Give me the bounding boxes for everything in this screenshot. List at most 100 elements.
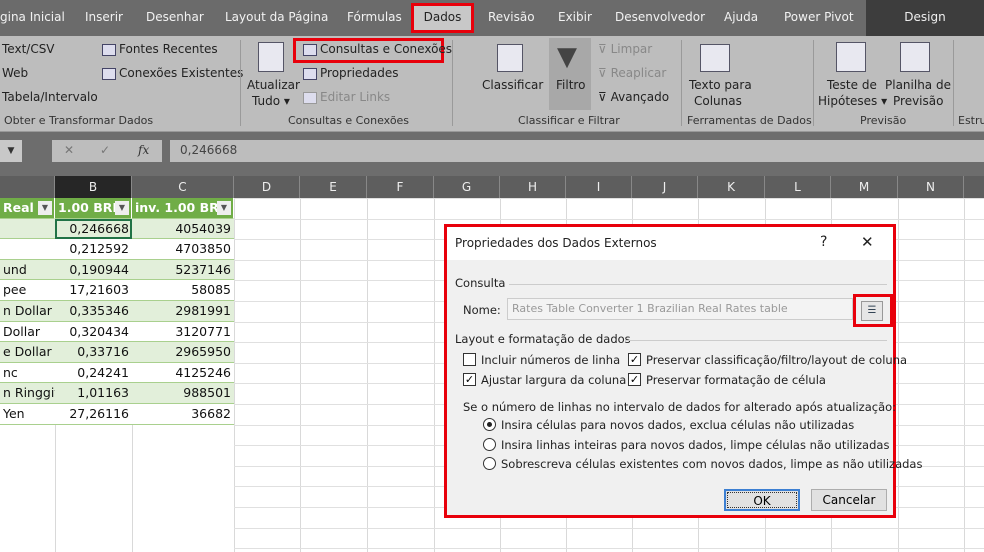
reapply-button[interactable]: ⊽ Reaplicar (598, 66, 666, 80)
table-cell[interactable]: 4703850 (132, 239, 234, 260)
table-cell[interactable]: 58085 (132, 280, 234, 301)
table-cell[interactable]: 4125246 (132, 362, 234, 384)
table-cell[interactable]: 3120771 (132, 321, 234, 343)
tab-exibir[interactable]: Exibir (558, 10, 592, 24)
column-header[interactable]: H (500, 176, 566, 198)
what-if-label[interactable]: Hipóteses ▾ (818, 94, 887, 108)
tab-power-pivot[interactable]: Power Pivot (784, 10, 854, 24)
queries-connections-button[interactable]: Consultas e Conexões (303, 42, 452, 56)
table-cell[interactable]: 1,01163 (55, 383, 132, 404)
insert-function-icon[interactable]: fx (138, 143, 149, 157)
table-cell[interactable]: 0,190944 (55, 259, 132, 281)
overwrite-cells-radio[interactable] (483, 457, 496, 470)
advanced-button[interactable]: ⊽ Avançado (598, 90, 669, 104)
column-header[interactable]: J (632, 176, 698, 198)
table-cell[interactable]: 2981991 (132, 301, 234, 322)
tab-ajuda[interactable]: Ajuda (724, 10, 758, 24)
forecast-sheet-button[interactable]: Planilha de (885, 78, 951, 92)
column-header[interactable]: C (132, 176, 234, 198)
column-header[interactable]: D (234, 176, 300, 198)
column-header-a[interactable] (0, 176, 55, 198)
table-cell[interactable]: 36682 (132, 404, 234, 425)
sort-button[interactable]: Classificar (482, 78, 543, 92)
table-cell[interactable]: e Dollar (0, 342, 55, 363)
table-cell[interactable]: und (0, 259, 55, 281)
column-header[interactable]: G (434, 176, 500, 198)
web-button[interactable]: Web (2, 66, 28, 80)
name-field[interactable]: Rates Table Converter 1 Brazilian Real R… (507, 298, 853, 320)
table-cell[interactable]: 0,246668 (55, 218, 132, 240)
text-to-columns-label[interactable]: Colunas (694, 94, 742, 108)
properties-button[interactable]: Propriedades (303, 66, 399, 80)
table-range-button[interactable]: Tabela/Intervalo (2, 90, 98, 104)
filter-dropdown-icon[interactable]: ▼ (115, 201, 129, 215)
table-cell[interactable]: 0,33716 (55, 342, 132, 363)
close-button[interactable]: ✕ (861, 233, 874, 251)
tab-inserir[interactable]: Inserir (85, 10, 123, 24)
column-header[interactable]: B (55, 176, 132, 198)
help-button[interactable]: ? (820, 234, 827, 250)
table-cell[interactable]: 5237146 (132, 259, 234, 281)
table-cell[interactable]: 0,335346 (55, 301, 132, 322)
table-cell[interactable]: 17,21603 (55, 280, 132, 301)
tab-revisao[interactable]: Revisão (488, 10, 535, 24)
table-cell[interactable] (0, 218, 55, 240)
column-header[interactable]: I (566, 176, 632, 198)
table-header-cell[interactable]: Real ▼ (0, 198, 55, 219)
table-cell[interactable]: n Ringgit (0, 383, 55, 404)
filter-button[interactable]: ▼ Filtro (549, 38, 591, 110)
tab-pagina-inicial[interactable]: gina Inicial (0, 10, 65, 24)
existing-connections-button[interactable]: Conexões Existentes (102, 66, 243, 80)
table-cell[interactable]: 988501 (132, 383, 234, 404)
preserve-sort-checkbox[interactable]: ✓ (628, 353, 641, 366)
filter-dropdown-icon[interactable]: ▼ (217, 201, 231, 215)
insert-rows-radio[interactable] (483, 438, 496, 451)
cancel-button[interactable]: Cancelar (811, 489, 887, 511)
tab-desenhar[interactable]: Desenhar (146, 10, 204, 24)
text-csv-button[interactable]: Text/CSV (2, 42, 55, 56)
table-cell[interactable]: n Dollar (0, 301, 55, 322)
tab-dados[interactable]: Dados (411, 3, 474, 33)
tab-design[interactable]: Design (866, 0, 984, 36)
column-header[interactable]: E (300, 176, 367, 198)
column-header[interactable]: L (765, 176, 831, 198)
table-cell[interactable]: Dollar (0, 321, 55, 343)
table-cell[interactable]: Yen (0, 404, 55, 425)
refresh-all-button[interactable]: Atualizar (247, 78, 300, 92)
table-cell[interactable]: 4054039 (132, 218, 234, 240)
tab-desenvolvedor[interactable]: Desenvolvedor (615, 10, 705, 24)
edit-links-button[interactable]: Editar Links (303, 90, 390, 104)
name-box-dropdown[interactable]: ▼ (0, 140, 22, 162)
table-cell[interactable]: 27,26116 (55, 404, 132, 425)
recent-sources-button[interactable]: Fontes Recentes (102, 42, 218, 56)
tab-layout[interactable]: Layout da Página (225, 10, 328, 24)
refresh-all-button-line2[interactable]: Tudo ▾ (252, 94, 290, 108)
text-to-columns-button[interactable]: Texto para (689, 78, 752, 92)
enter-icon[interactable]: ✓ (100, 143, 110, 157)
forecast-sheet-label[interactable]: Previsão (893, 94, 943, 108)
insert-cells-radio[interactable] (483, 418, 496, 431)
table-cell[interactable]: pee (0, 280, 55, 301)
table-cell[interactable]: 0,320434 (55, 321, 132, 343)
include-row-numbers-checkbox[interactable] (463, 353, 476, 366)
table-header-cell[interactable]: 1.00 BRL ▼ (55, 198, 132, 219)
column-header[interactable]: N (898, 176, 964, 198)
formula-input[interactable]: 0,246668 (170, 140, 984, 162)
ok-button[interactable]: OK (724, 489, 800, 511)
table-cell[interactable]: 2965950 (132, 342, 234, 363)
table-cell[interactable] (0, 239, 55, 260)
column-header[interactable]: M (831, 176, 898, 198)
table-cell[interactable]: 0,212592 (55, 239, 132, 260)
adjust-column-width-checkbox[interactable]: ✓ (463, 373, 476, 386)
what-if-button[interactable]: Teste de (827, 78, 877, 92)
query-definition-button[interactable]: ☰ (861, 301, 883, 321)
table-cell[interactable]: nc (0, 362, 55, 384)
table-header-cell[interactable]: inv. 1.00 BRL ▼ (132, 198, 234, 219)
column-header[interactable]: F (367, 176, 434, 198)
table-cell[interactable]: 0,24241 (55, 362, 132, 384)
preserve-cell-formatting-checkbox[interactable]: ✓ (628, 373, 641, 386)
cancel-icon[interactable]: ✕ (64, 143, 74, 157)
column-header[interactable]: K (698, 176, 765, 198)
tab-formulas[interactable]: Fórmulas (347, 10, 402, 24)
clear-button[interactable]: ⊽ Limpar (598, 42, 652, 56)
